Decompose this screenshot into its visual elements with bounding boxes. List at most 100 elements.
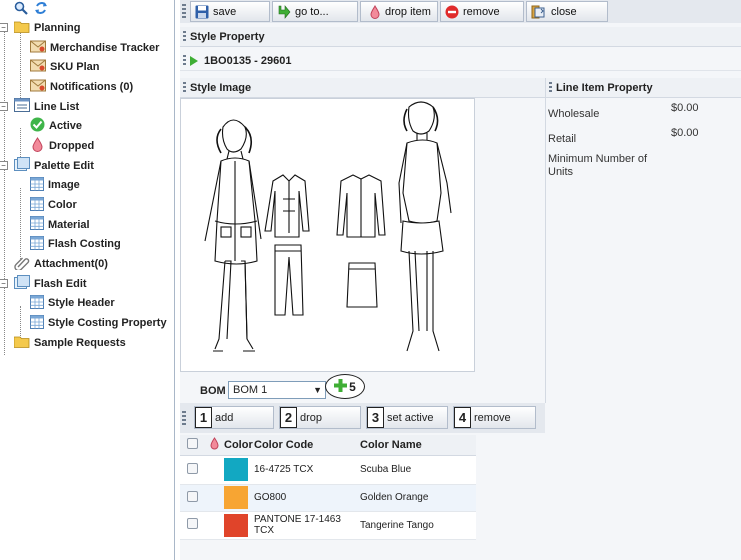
collapse-icon[interactable]: − [0, 101, 8, 111]
search-icon[interactable] [14, 1, 28, 18]
annotation-badge: 2 [280, 407, 297, 428]
paperclip-icon [14, 256, 30, 273]
bom-label: BOM [200, 385, 226, 397]
drop-icon [209, 436, 220, 453]
section-title: Line Item Property [556, 81, 653, 94]
pants-flat [274, 244, 304, 316]
style-id-row[interactable]: 1BO0135 - 29601 [180, 51, 741, 71]
row-checkbox[interactable] [186, 462, 198, 474]
tree-item-flash-costing[interactable]: Flash Costing [0, 235, 174, 255]
expand-arrow-icon[interactable] [190, 55, 198, 66]
table-header-row: Color Color Code Color Name [180, 435, 476, 456]
remove-button[interactable]: remove [440, 1, 524, 22]
bom-select[interactable]: BOM 1 ▼ [228, 381, 326, 399]
color-swatch [224, 513, 248, 537]
model-left [204, 119, 262, 352]
color-name-column-header[interactable]: Color Name [360, 435, 476, 456]
row-checkbox[interactable] [186, 490, 198, 502]
tree-item-merchandise-tracker[interactable]: Merchandise Tracker [0, 38, 174, 58]
select-all-checkbox[interactable] [186, 437, 198, 449]
plus-icon [334, 378, 348, 395]
garment-sketch [204, 101, 452, 352]
close-button[interactable]: close [526, 1, 608, 22]
navigation-tree: − Planning Merchandise Tracker SKU Plan … [0, 18, 174, 355]
grid-icon [30, 235, 44, 253]
toolbar-grip [182, 3, 186, 20]
style-id: 1BO0135 - 29601 [204, 54, 292, 67]
table-row[interactable]: GO800 Golden Orange [180, 484, 476, 512]
table-row[interactable]: 16-4725 TCX Scuba Blue [180, 455, 476, 485]
tree-item-palette-edit[interactable]: − Palette Edit [0, 156, 174, 176]
grid-icon [30, 216, 44, 233]
tree-item-style-header[interactable]: Style Header [0, 294, 174, 314]
bom-remove-button[interactable]: 4 remove [453, 406, 536, 429]
tree-item-active[interactable]: Active [0, 116, 174, 136]
table-row[interactable]: PANTONE 17-1463 TCX Tangerine Tango [180, 511, 476, 540]
retail-value: $0.00 [671, 127, 699, 139]
tracker-icon [30, 40, 46, 56]
tree-item-notifications[interactable]: Notifications (0) [0, 77, 174, 97]
color-name-cell: Scuba Blue [360, 455, 476, 485]
wholesale-label: Wholesale [548, 108, 600, 120]
folder-icon [13, 20, 30, 36]
color-name-cell: Golden Orange [360, 484, 476, 512]
tree-item-sku-plan[interactable]: SKU Plan [0, 57, 174, 77]
model-right [398, 101, 452, 352]
tree-item-image[interactable]: Image [0, 176, 174, 196]
save-button[interactable]: save [190, 1, 270, 22]
annotation-badge: 3 [367, 407, 384, 428]
tracker-icon [30, 79, 46, 95]
tree-item-sample-requests[interactable]: Sample Requests [0, 333, 174, 353]
style-property-header: Style Property [180, 27, 741, 47]
color-code-column-header[interactable]: Color Code [254, 435, 360, 456]
add-bom-button[interactable]: 5 [325, 374, 365, 399]
panel-divider [545, 98, 546, 403]
tree-item-material[interactable]: Material [0, 215, 174, 235]
tree-item-dropped[interactable]: Dropped [0, 136, 174, 156]
goto-icon [277, 4, 291, 19]
tree-item-flash-edit[interactable]: − Flash Edit [0, 274, 174, 294]
color-code-cell: 16-4725 TCX [254, 455, 360, 485]
collapse-icon[interactable]: − [0, 278, 8, 288]
grid-icon [30, 196, 44, 214]
palette-icon [14, 275, 30, 292]
bom-add-button[interactable]: 1 add [194, 406, 274, 429]
refresh-icon[interactable] [34, 1, 48, 18]
folder-icon [13, 335, 30, 351]
drop-item-button[interactable]: drop item [360, 1, 438, 22]
goto-button[interactable]: go to... [272, 1, 358, 22]
minimum-units-label: Minimum Number of Units [548, 153, 648, 178]
style-image [180, 98, 475, 372]
line-item-property-header: Line Item Property [545, 78, 741, 98]
color-table: Color Color Code Color Name 16-4725 TCX … [180, 435, 476, 540]
color-swatch [224, 458, 248, 481]
save-icon [195, 5, 209, 19]
bom-selected-value: BOM 1 [233, 384, 268, 396]
collapse-icon[interactable]: − [0, 23, 8, 32]
jacket-back-flat [336, 174, 386, 238]
row-checkbox[interactable] [186, 518, 198, 529]
palette-icon [14, 157, 30, 174]
chevron-down-icon[interactable]: ▼ [313, 382, 322, 398]
tree-item-attachment[interactable]: Attachment(0) [0, 254, 174, 274]
tree-item-style-costing-property[interactable]: Style Costing Property [0, 313, 174, 333]
retail-label: Retail [548, 133, 577, 145]
bom-drop-button[interactable]: 2 drop [279, 406, 361, 429]
style-image-header: Style Image [180, 78, 545, 98]
tree-item-color[interactable]: Color [0, 195, 174, 215]
drop-icon [369, 4, 381, 19]
color-swatch [224, 486, 248, 509]
color-column-header[interactable]: Color [224, 435, 254, 456]
tracker-icon [30, 59, 46, 75]
annotation-badge: 5 [349, 379, 356, 394]
remove-icon [445, 5, 459, 19]
color-name-cell: Tangerine Tango [360, 511, 476, 540]
bom-set-active-button[interactable]: 3 set active [366, 406, 448, 429]
collapse-icon[interactable]: − [0, 160, 8, 170]
tree-item-line-list[interactable]: − Line List [0, 97, 174, 117]
annotation-badge: 1 [195, 407, 212, 428]
tree-item-planning[interactable]: − Planning [0, 18, 174, 38]
sidebar-tools [0, 0, 174, 18]
annotation-badge: 4 [454, 407, 471, 428]
skirt-flat [346, 262, 378, 308]
